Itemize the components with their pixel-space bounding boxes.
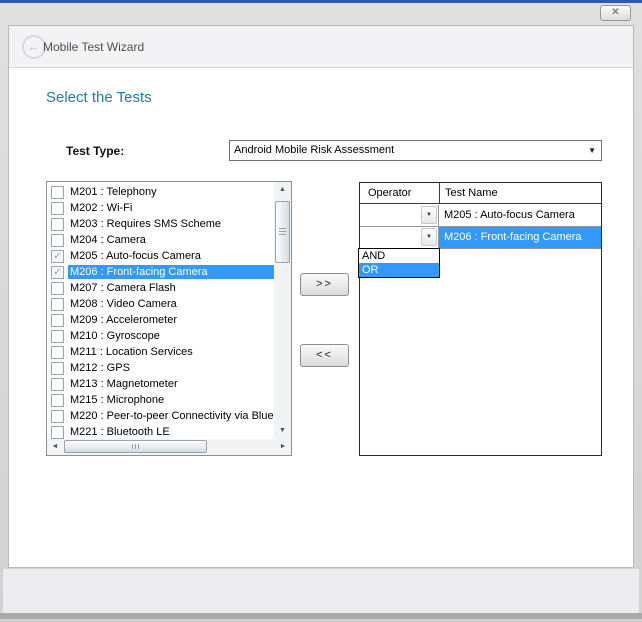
list-item[interactable]: ✓ M206 : Front-facing Camera xyxy=(47,264,274,280)
checkbox[interactable] xyxy=(51,234,64,247)
list-item-label: M208 : Video Camera xyxy=(68,297,180,311)
list-item[interactable]: M220 : Peer-to-peer Connectivity via Blu… xyxy=(47,408,274,424)
checkbox[interactable] xyxy=(51,410,64,423)
list-item[interactable]: M210 : Gyroscope xyxy=(47,328,274,344)
scroll-right-icon[interactable]: ► xyxy=(275,439,291,455)
list-item[interactable]: M207 : Camera Flash xyxy=(47,280,274,296)
thumb-grip xyxy=(132,444,140,449)
chevron-down-icon[interactable]: ▼ xyxy=(421,228,437,246)
test-name-cell[interactable]: M205 : Auto-focus Camera xyxy=(439,205,601,226)
table-body: ▼M205 : Auto-focus Camera▼M206 : Front-f… xyxy=(360,205,601,249)
list-item-label: M210 : Gyroscope xyxy=(68,329,163,343)
table-header: Operator Test Name xyxy=(360,183,601,204)
list-item-label: M211 : Location Services xyxy=(68,345,196,359)
list-item-label: M221 : Bluetooth LE xyxy=(68,425,173,439)
column-header-operator: Operator xyxy=(368,187,411,199)
list-item-label: M212 : GPS xyxy=(68,361,133,375)
checkbox[interactable] xyxy=(51,298,64,311)
available-tests-list[interactable]: M201 : Telephony M202 : Wi-Fi M203 : Requi… xyxy=(46,181,292,456)
table-row: ▼M205 : Auto-focus Camera xyxy=(360,205,601,227)
page-title: Select the Tests xyxy=(46,89,152,106)
checkbox[interactable] xyxy=(51,282,64,295)
checkbox[interactable] xyxy=(51,362,64,375)
checkbox[interactable] xyxy=(51,202,64,215)
list-item[interactable]: M209 : Accelerometer xyxy=(47,312,274,328)
vertical-scrollbar-thumb[interactable] xyxy=(275,201,290,263)
list-item-label: M220 : Peer-to-peer Connectivity via Blu… xyxy=(68,409,274,423)
list-item[interactable]: ✓ M205 : Auto-focus Camera xyxy=(47,248,274,264)
list-item-label: M201 : Telephony xyxy=(68,185,160,199)
checkbox[interactable] xyxy=(51,218,64,231)
checkbox[interactable] xyxy=(51,378,64,391)
list-item-label: M209 : Accelerometer xyxy=(68,313,180,327)
list-item[interactable]: M203 : Requires SMS Scheme xyxy=(47,216,274,232)
available-tests-rows: M201 : Telephony M202 : Wi-Fi M203 : Requi… xyxy=(47,182,274,439)
wizard-dialog: ← Mobile Test Wizard Select the Tests Te… xyxy=(8,25,634,568)
wizard-header: ← Mobile Test Wizard xyxy=(9,26,633,68)
window-top-edge xyxy=(0,0,642,3)
scroll-down-icon[interactable]: ▼ xyxy=(274,423,291,439)
test-name-cell[interactable]: M206 : Front-facing Camera xyxy=(439,227,601,248)
chevron-down-icon[interactable]: ▼ xyxy=(421,206,437,224)
list-item-label: M203 : Requires SMS Scheme xyxy=(68,217,224,231)
list-item-label: M204 : Camera xyxy=(68,233,149,247)
operator-dropdown-list: ANDOR xyxy=(358,248,440,278)
checkbox[interactable] xyxy=(51,394,64,407)
close-icon[interactable]: ✕ xyxy=(600,5,631,21)
checkbox[interactable] xyxy=(51,314,64,327)
wizard-window: ✕ ← Mobile Test Wizard Select the Tests … xyxy=(0,0,642,622)
list-item[interactable]: M211 : Location Services xyxy=(47,344,274,360)
list-item-label: M202 : Wi-Fi xyxy=(68,201,135,215)
operator-option[interactable]: AND xyxy=(359,249,439,263)
column-divider xyxy=(439,183,440,203)
table-row: ▼M206 : Front-facing Camera xyxy=(360,227,601,249)
horizontal-scrollbar-thumb[interactable] xyxy=(64,440,207,453)
list-item[interactable]: M215 : Microphone xyxy=(47,392,274,408)
checkbox[interactable]: ✓ xyxy=(51,266,64,279)
scroll-left-icon[interactable]: ◄ xyxy=(47,439,63,455)
operator-option[interactable]: OR xyxy=(359,263,439,277)
scroll-up-icon[interactable]: ▲ xyxy=(274,182,291,198)
horizontal-scrollbar[interactable]: ◄ ► xyxy=(47,439,291,455)
checkbox[interactable] xyxy=(51,330,64,343)
operator-combobox[interactable]: ▼ xyxy=(360,205,439,226)
list-item-label: M205 : Auto-focus Camera xyxy=(68,249,204,263)
checkbox[interactable] xyxy=(51,346,64,359)
thumb-grip xyxy=(279,228,286,236)
list-item-label: M207 : Camera Flash xyxy=(68,281,179,295)
footer-bar: Next > Cancel Help xyxy=(3,568,639,614)
checkbox[interactable] xyxy=(51,426,64,439)
test-type-label: Test Type: xyxy=(66,144,124,158)
list-item[interactable]: M221 : Bluetooth LE xyxy=(47,424,274,439)
list-item[interactable]: M201 : Telephony xyxy=(47,184,274,200)
list-item[interactable]: M202 : Wi-Fi xyxy=(47,200,274,216)
list-item[interactable]: M213 : Magnetometer xyxy=(47,376,274,392)
remove-tests-button[interactable]: << xyxy=(300,344,349,367)
list-item[interactable]: M208 : Video Camera xyxy=(47,296,274,312)
wizard-title: Mobile Test Wizard xyxy=(43,40,144,54)
list-item[interactable]: M204 : Camera xyxy=(47,232,274,248)
list-item-label: M215 : Microphone xyxy=(68,393,167,407)
vertical-scrollbar[interactable]: ▲ ▼ xyxy=(274,182,291,439)
list-item-label: M213 : Magnetometer xyxy=(68,377,181,391)
list-item-label: M206 : Front-facing Camera xyxy=(68,265,274,279)
selected-tests-table[interactable]: Operator Test Name ▼M205 : Auto-focus Ca… xyxy=(359,182,602,456)
operator-combobox[interactable]: ▼ xyxy=(360,227,439,248)
checkbox[interactable]: ✓ xyxy=(51,250,64,263)
add-tests-button[interactable]: >> xyxy=(300,273,349,296)
test-type-select[interactable]: Android Mobile Risk Assessment ▼ xyxy=(229,140,602,161)
column-header-test-name: Test Name xyxy=(445,187,498,199)
list-item[interactable]: M212 : GPS xyxy=(47,360,274,376)
checkbox[interactable] xyxy=(51,186,64,199)
chevron-down-icon: ▼ xyxy=(588,146,596,155)
test-type-value: Android Mobile Risk Assessment xyxy=(234,144,394,156)
